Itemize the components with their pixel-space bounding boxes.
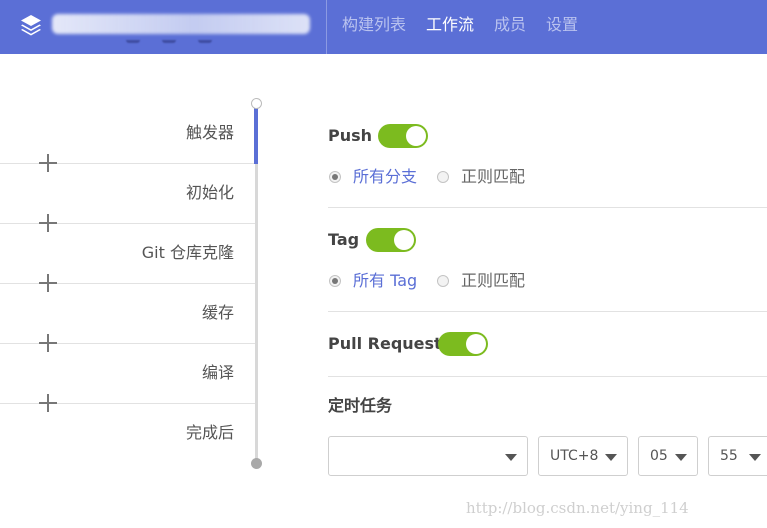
tag-regex-radio[interactable] — [437, 275, 449, 287]
layers-icon[interactable] — [18, 12, 44, 38]
pipeline-start-node — [251, 98, 262, 109]
add-stage-plus-icon[interactable] — [38, 333, 58, 353]
nav-settings[interactable]: 设置 — [546, 14, 578, 36]
stage-label: Git 仓库克隆 — [141, 243, 234, 262]
chevron-down-icon — [505, 454, 517, 461]
select-value: 55 — [720, 448, 738, 464]
nav-builds[interactable]: 构建列表 — [342, 14, 406, 36]
timezone-select[interactable]: UTC+8 — [538, 436, 628, 476]
chevron-down-icon — [675, 454, 687, 461]
nav-members[interactable]: 成员 — [494, 14, 526, 36]
tag-toggle[interactable] — [366, 228, 416, 252]
schedule-label: 定时任务 — [328, 396, 393, 415]
toggle-knob — [406, 126, 426, 146]
divider — [328, 376, 767, 377]
add-stage-plus-icon[interactable] — [38, 213, 58, 233]
header-divider — [326, 0, 327, 54]
push-label: Push — [328, 126, 373, 145]
add-stage-plus-icon[interactable] — [38, 273, 58, 293]
tag-label: Tag — [328, 230, 360, 249]
select-value: 05 — [650, 448, 668, 464]
pull-request-label: Pull Request — [328, 334, 442, 353]
tag-all-tags-label[interactable]: 所有 Tag — [353, 271, 417, 291]
toggle-knob — [394, 230, 414, 250]
select-value: UTC+8 — [550, 448, 599, 464]
push-all-branches-label[interactable]: 所有分支 — [353, 167, 417, 187]
push-regex-label[interactable]: 正则匹配 — [461, 167, 525, 187]
tag-regex-label[interactable]: 正则匹配 — [461, 271, 525, 291]
stage-label: 初始化 — [185, 183, 234, 202]
divider — [328, 311, 767, 312]
nav-workflow[interactable]: 工作流 — [426, 14, 474, 36]
chevron-down-icon — [749, 454, 761, 461]
top-navigation-bar: 构建列表 工作流 成员 设置 — [0, 0, 767, 54]
minute-select[interactable]: 55 — [708, 436, 767, 476]
stage-label: 完成后 — [185, 423, 234, 442]
stage-label: 编译 — [201, 363, 234, 382]
redaction-blur — [126, 28, 246, 43]
push-regex-radio[interactable] — [437, 171, 449, 183]
stage-post-build[interactable]: 完成后 — [0, 404, 256, 464]
hour-select[interactable]: 05 — [638, 436, 698, 476]
chevron-down-icon — [605, 454, 617, 461]
main-nav: 构建列表 工作流 成员 设置 — [342, 14, 598, 36]
stage-label: 触发器 — [185, 123, 234, 142]
pull-request-toggle[interactable] — [438, 332, 488, 356]
schedule-frequency-select[interactable] — [328, 436, 528, 476]
watermark: http://blog.csdn.net/ying_114 — [466, 499, 689, 517]
add-stage-plus-icon[interactable] — [38, 153, 58, 173]
push-toggle[interactable] — [378, 124, 428, 148]
push-all-branches-radio[interactable] — [329, 171, 341, 183]
toggle-knob — [466, 334, 486, 354]
add-stage-plus-icon[interactable] — [38, 393, 58, 413]
stage-label: 缓存 — [201, 303, 234, 322]
pipeline-end-node — [251, 458, 262, 469]
tag-all-tags-radio[interactable] — [329, 275, 341, 287]
pipeline-active-indicator — [254, 108, 258, 164]
divider — [328, 207, 767, 208]
